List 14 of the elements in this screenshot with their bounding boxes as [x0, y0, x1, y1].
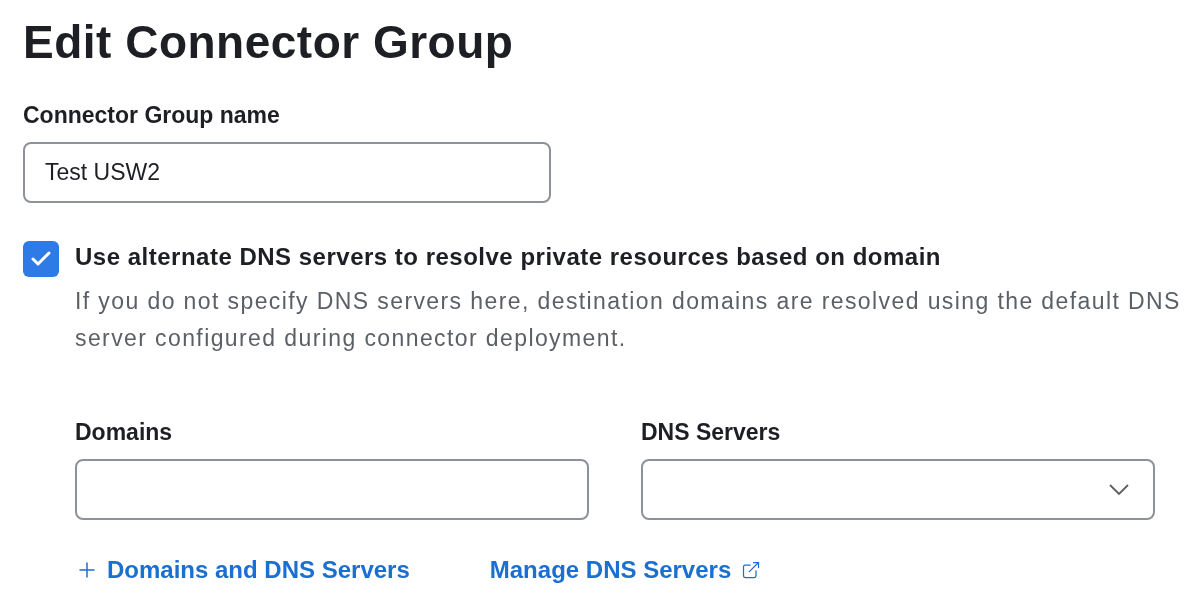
option-description: If you do not specify DNS servers here, destination domains are resolved using the default DNS server configured during connector deployment. [75, 287, 1182, 353]
field-label: Connector Group name [23, 101, 280, 130]
manage-link[interactable]: Manage DNS Servers [489, 554, 762, 586]
checkbox-label: Use alternate DNS servers to resolve private resources based on domain [75, 242, 941, 272]
checkbox[interactable] [23, 241, 59, 277]
name-input-field[interactable]: Test USW2 [23, 142, 551, 203]
domains-input-field[interactable] [75, 459, 589, 520]
chevron-down-icon [1109, 484, 1129, 495]
dns-servers-select[interactable] [641, 459, 1155, 520]
page-title: Edit Connector Group [23, 15, 515, 70]
field-label: DNS Servers [641, 418, 781, 447]
add-link[interactable]: Domains and DNS Servers [75, 554, 410, 586]
field-label: Domains [75, 418, 173, 447]
external-link-icon [741, 560, 762, 580]
